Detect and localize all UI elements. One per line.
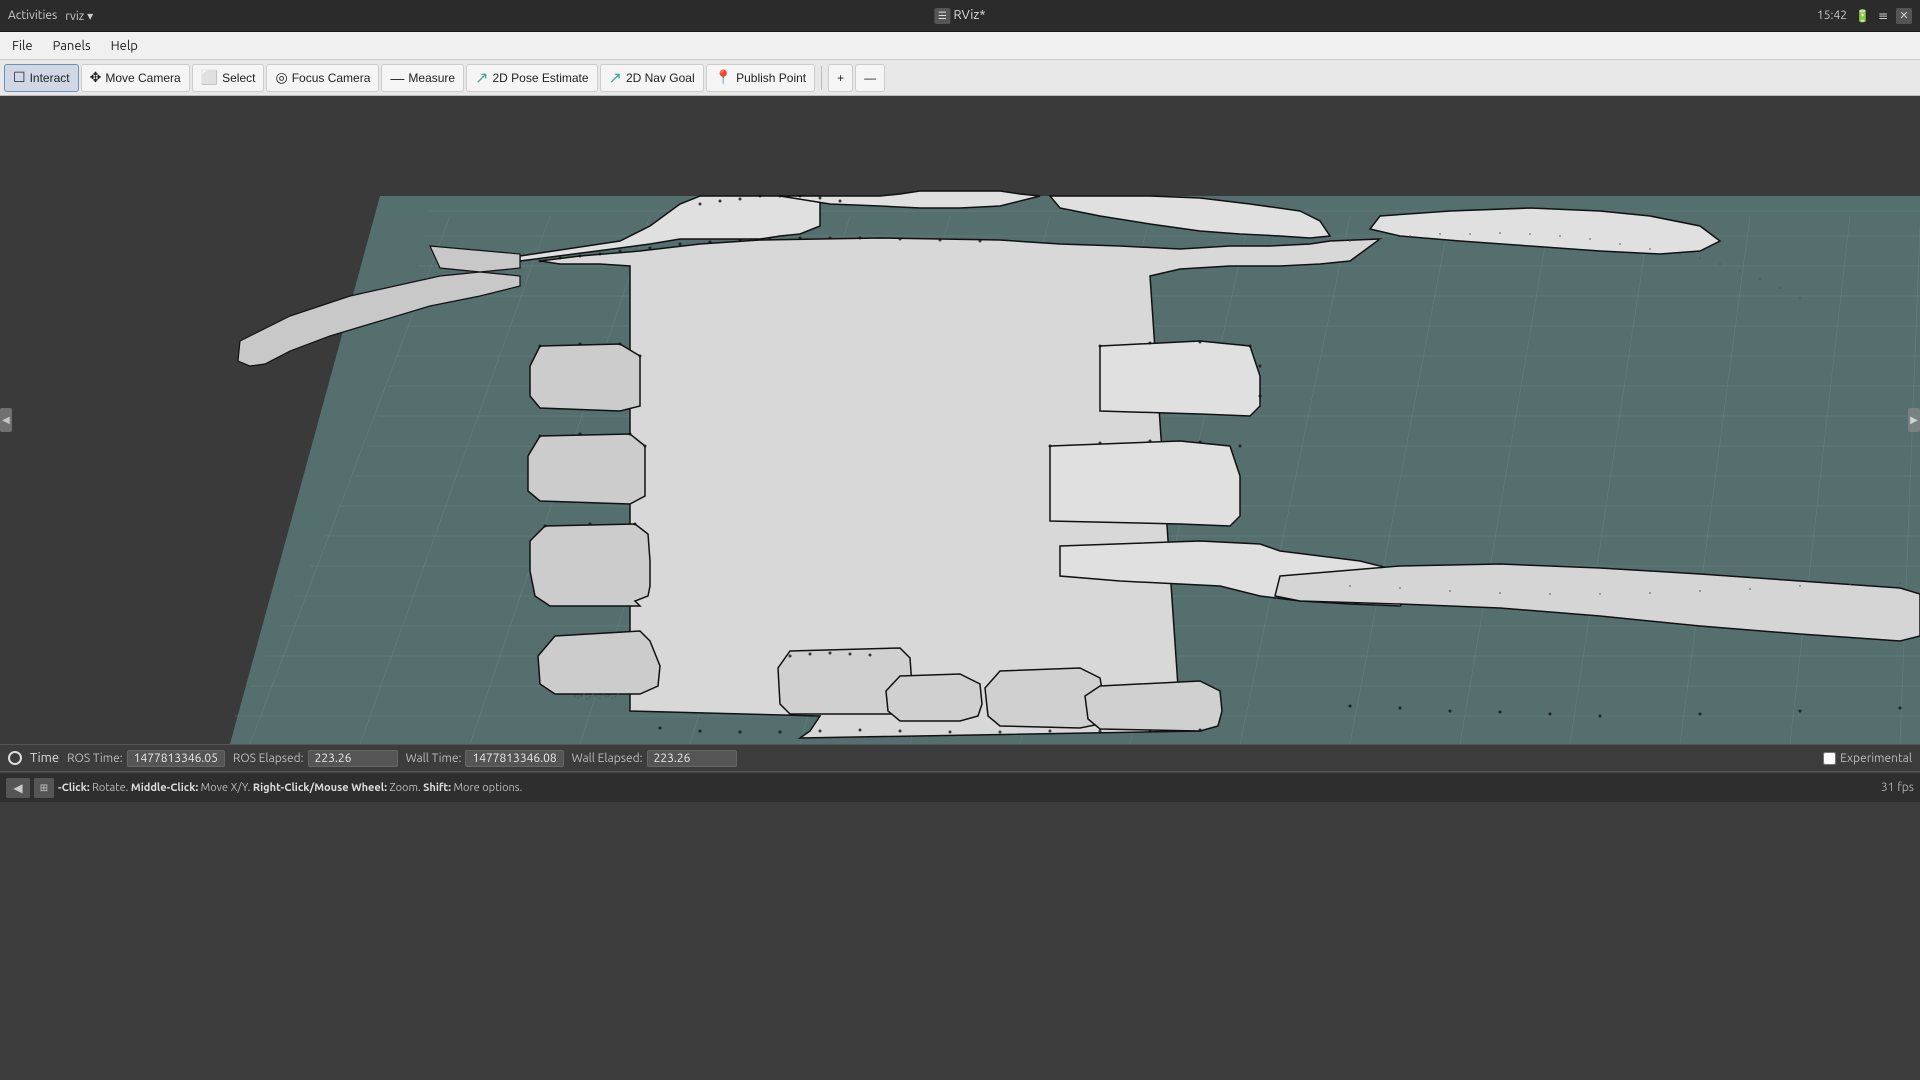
wall-time-label: Wall Time: [406, 752, 462, 765]
wall-elapsed-label: Wall Elapsed: [572, 752, 643, 765]
measure-label: Measure [408, 71, 455, 85]
main-viewport[interactable]: ◀ ▶ [0, 96, 1920, 744]
prev-button[interactable]: ◀ [6, 778, 30, 798]
status-bar: Time ROS Time: 1477813346.05 ROS Elapsed… [0, 744, 1920, 772]
interact-button[interactable]: ☐ Interact [4, 64, 79, 92]
ros-time-value: 1477813346.05 [127, 750, 225, 767]
pose-estimate-button[interactable]: ↗ 2D Pose Estimate [466, 64, 597, 92]
move-camera-label: Move Camera [105, 71, 180, 85]
interact-label: Interact [30, 71, 70, 85]
clock-icon [8, 751, 22, 765]
window-title: ☰ RViz* [934, 8, 985, 24]
window-icon: ☰ [934, 8, 950, 24]
measure-icon: — [390, 70, 404, 86]
time-label: Time [30, 751, 59, 765]
interact-icon: ☐ [13, 69, 26, 86]
publish-point-button[interactable]: 📍 Publish Point [706, 64, 815, 92]
bottom-bar: ◀ ⊞ -Click: Rotate. Middle-Click: Move X… [0, 772, 1920, 802]
nav-goal-label: 2D Nav Goal [626, 71, 695, 85]
pose-estimate-icon: ↗ [475, 68, 488, 88]
menu-panels[interactable]: Panels [45, 37, 99, 55]
activities-label: Activities [8, 9, 57, 22]
network-icon: ≡ [1878, 9, 1888, 23]
select-button[interactable]: ⬜ Select [192, 64, 265, 92]
title-bar-right: 15:42 🔋 ≡ ✕ [1817, 8, 1912, 24]
fps-display: 31 fps [1881, 781, 1914, 794]
wall-elapsed-field: Wall Elapsed: 223.26 [572, 750, 737, 767]
grid-icon: ⊞ [34, 778, 54, 798]
battery-icon: 🔋 [1855, 9, 1870, 23]
left-panel-arrow[interactable]: ◀ [0, 408, 12, 432]
publish-point-label: Publish Point [736, 71, 806, 85]
ros-elapsed-label: ROS Elapsed: [233, 752, 304, 765]
title-bar-left: Activities rviz ▾ [8, 9, 93, 23]
close-button[interactable]: ✕ [1896, 8, 1912, 24]
hint-text: -Click: Rotate. Middle-Click: Move X/Y. … [58, 782, 522, 794]
select-icon: ⬜ [201, 69, 218, 86]
wall-time-value: 1477813346.08 [465, 750, 563, 767]
ros-elapsed-field: ROS Elapsed: 223.26 [233, 750, 398, 767]
menu-file[interactable]: File [4, 37, 41, 55]
experimental-checkbox[interactable] [1823, 752, 1836, 765]
focus-camera-button[interactable]: ◎ Focus Camera [266, 64, 379, 92]
ros-time-field: ROS Time: 1477813346.05 [67, 750, 225, 767]
right-panel-arrow[interactable]: ▶ [1908, 408, 1920, 432]
nav-goal-button[interactable]: ↗ 2D Nav Goal [600, 64, 704, 92]
rviz-label: rviz ▾ [65, 9, 93, 23]
time-display: 15:42 [1817, 9, 1847, 22]
remove-tool-button[interactable]: — [855, 64, 885, 92]
menu-bar: File Panels Help [0, 32, 1920, 60]
add-tool-button[interactable]: + [828, 64, 853, 92]
title-bar: Activities rviz ▾ ☰ RViz* 15:42 🔋 ≡ ✕ [0, 0, 1920, 32]
move-camera-icon: ✥ [90, 69, 102, 86]
wall-elapsed-value: 223.26 [647, 750, 737, 767]
pose-estimate-label: 2D Pose Estimate [493, 71, 589, 85]
select-label: Select [222, 71, 255, 85]
publish-point-icon: 📍 [715, 69, 732, 86]
focus-camera-icon: ◎ [275, 69, 287, 86]
wall-time-field: Wall Time: 1477813346.08 [406, 750, 564, 767]
focus-camera-label: Focus Camera [292, 71, 371, 85]
nav-goal-icon: ↗ [609, 68, 622, 88]
ros-elapsed-value: 223.26 [308, 750, 398, 767]
move-camera-button[interactable]: ✥ Move Camera [81, 64, 190, 92]
scene-svg [0, 96, 1920, 744]
ros-time-label: ROS Time: [67, 752, 123, 765]
experimental-checkbox-container[interactable]: Experimental [1823, 752, 1912, 765]
toolbar: ☐ Interact ✥ Move Camera ⬜ Select ◎ Focu… [0, 60, 1920, 96]
menu-help[interactable]: Help [103, 37, 146, 55]
scene-canvas[interactable]: ◀ ▶ [0, 96, 1920, 744]
experimental-label: Experimental [1840, 752, 1912, 765]
measure-button[interactable]: — Measure [381, 64, 464, 92]
toolbar-separator [821, 66, 822, 90]
